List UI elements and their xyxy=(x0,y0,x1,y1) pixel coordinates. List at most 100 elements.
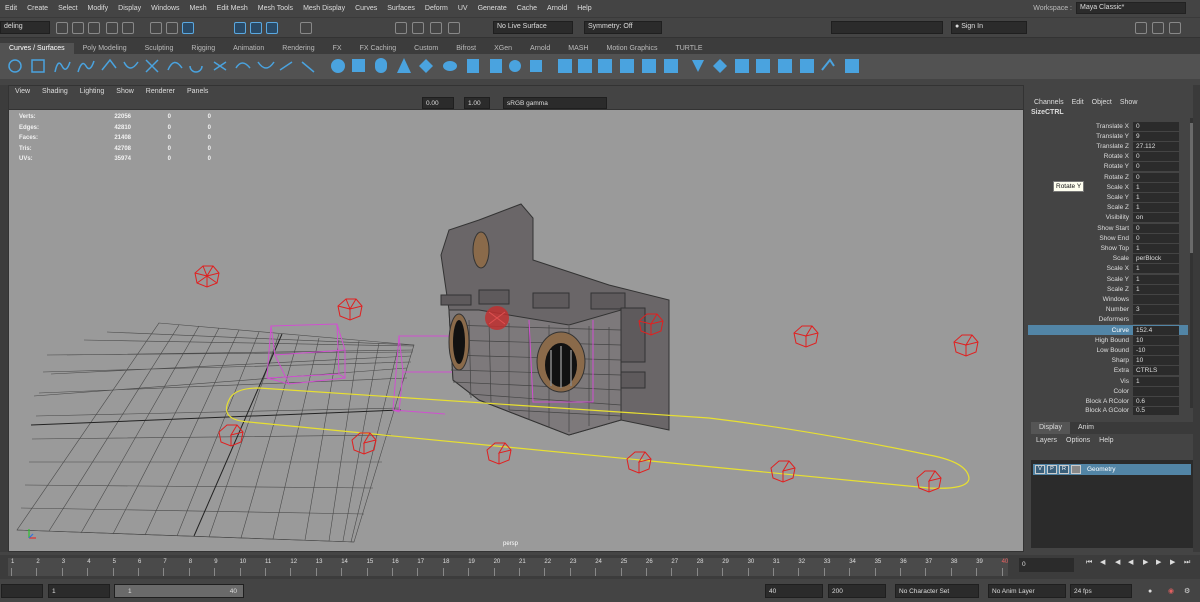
extend-icon[interactable] xyxy=(257,61,275,69)
menu-select[interactable]: Select xyxy=(53,5,82,12)
live-surface-field[interactable]: No Live Surface xyxy=(493,21,573,34)
attr-value[interactable]: -10 xyxy=(1133,345,1179,355)
attr-value[interactable] xyxy=(1133,294,1179,304)
gamma-field[interactable]: 1.00 xyxy=(464,97,490,109)
show-menu[interactable]: Show xyxy=(1120,99,1138,106)
menu-arnold[interactable]: Arnold xyxy=(542,5,572,12)
cv-curve-icon[interactable] xyxy=(54,61,71,73)
redo-icon[interactable] xyxy=(122,22,134,34)
attr-row[interactable]: Scale perBlock xyxy=(1028,254,1188,264)
layer-name[interactable]: Geometry xyxy=(1087,466,1116,473)
tab-fx[interactable]: FX xyxy=(324,43,351,54)
record-icon[interactable]: ◉ xyxy=(1168,588,1176,596)
layer-color-swatch[interactable] xyxy=(1071,465,1081,474)
attr-value[interactable]: on xyxy=(1133,213,1179,223)
nurbs-cone-icon[interactable] xyxy=(397,58,411,73)
trim-icon[interactable] xyxy=(713,59,727,73)
attr-row[interactable]: Scale Z 1 xyxy=(1028,203,1188,213)
options-menu[interactable]: Options xyxy=(1066,437,1090,444)
pencil-curve-icon[interactable] xyxy=(101,58,117,71)
auto-key-icon[interactable]: ● xyxy=(1148,588,1156,596)
attach-curve-icon[interactable] xyxy=(145,59,159,73)
reverse-icon[interactable] xyxy=(235,62,251,69)
attr-row[interactable]: Block A RColor 0.6 xyxy=(1028,396,1188,406)
attr-row[interactable]: Rotate Z 0 xyxy=(1028,172,1188,182)
snap-curve-icon[interactable] xyxy=(250,22,262,34)
loft-icon[interactable] xyxy=(189,65,203,73)
planar-icon[interactable] xyxy=(509,60,521,72)
birail-icon[interactable] xyxy=(558,59,572,73)
attr-row[interactable]: High Bound 10 xyxy=(1028,335,1188,345)
attr-value[interactable]: 9 xyxy=(1133,131,1179,141)
snap-grid-icon[interactable] xyxy=(234,22,246,34)
arc-icon[interactable] xyxy=(123,61,139,69)
select-object-icon[interactable] xyxy=(166,22,178,34)
detach-surface-icon[interactable] xyxy=(778,59,792,73)
ep-curve-icon[interactable] xyxy=(77,60,95,73)
tool-settings-icon[interactable] xyxy=(1152,22,1164,34)
fps-dropdown[interactable]: 24 fps xyxy=(1070,584,1132,598)
attr-row-selected[interactable]: Curve 152.4 xyxy=(1028,325,1188,336)
rebuild-surface-icon[interactable] xyxy=(845,59,859,73)
attach-surface-icon[interactable] xyxy=(756,59,770,73)
selected-locator[interactable] xyxy=(485,306,509,330)
attr-row[interactable]: Show Top 1 xyxy=(1028,243,1188,253)
tab-anim[interactable]: Anim xyxy=(1070,422,1102,434)
menu-mesh-tools[interactable]: Mesh Tools xyxy=(253,5,298,12)
attr-value[interactable]: 1 xyxy=(1133,182,1179,192)
current-frame-field[interactable]: 0 xyxy=(1019,558,1074,572)
tab-rigging[interactable]: Rigging xyxy=(182,43,224,54)
tab-fx-caching[interactable]: FX Caching xyxy=(351,43,406,54)
attr-value[interactable]: 1 xyxy=(1133,203,1179,213)
sculpt-icon[interactable] xyxy=(821,58,835,71)
tab-display[interactable]: Display xyxy=(1031,422,1070,434)
attr-value[interactable]: perBlock xyxy=(1133,254,1179,264)
menu-deform[interactable]: Deform xyxy=(420,5,453,12)
square-surface-icon[interactable] xyxy=(598,59,612,73)
play-forward-icon[interactable]: ▶ xyxy=(1143,559,1151,567)
nurbs-cylinder-icon[interactable] xyxy=(375,58,387,73)
attr-value[interactable]: CTRLS xyxy=(1133,366,1179,376)
edit-menu[interactable]: Edit xyxy=(1072,99,1084,106)
menu-mesh[interactable]: Mesh xyxy=(185,5,212,12)
attr-row[interactable]: Sharp 10 xyxy=(1028,356,1188,366)
render-settings-icon[interactable] xyxy=(430,22,442,34)
attribute-editor-icon[interactable] xyxy=(1135,22,1147,34)
attr-value[interactable]: 1 xyxy=(1133,274,1179,284)
time-ruler[interactable]: 1 2 3 4 5 6 7 8 9 10 11 12 13 14 15 16 17 18 19 20 21 22 23 24 2… xyxy=(8,558,1008,576)
anim-layer-dropdown[interactable]: No Anim Layer xyxy=(988,584,1066,598)
tab-rendering[interactable]: Rendering xyxy=(273,43,323,54)
attr-row[interactable]: Translate Y 9 xyxy=(1028,131,1188,141)
loft-surface-icon[interactable] xyxy=(490,59,502,73)
playback-toggle[interactable]: P xyxy=(1047,465,1057,474)
search-field[interactable] xyxy=(831,21,943,34)
attr-row[interactable]: Vis 1 xyxy=(1028,376,1188,386)
snap-point-icon[interactable] xyxy=(266,22,278,34)
nurbs-plane-icon[interactable] xyxy=(419,59,433,73)
snap-view-icon[interactable] xyxy=(300,22,312,34)
attr-value[interactable]: 1 xyxy=(1133,284,1179,294)
tower-model[interactable] xyxy=(440,203,670,436)
extrude-icon[interactable] xyxy=(530,60,542,72)
untrim-icon[interactable] xyxy=(735,59,749,73)
nurbs-sphere-icon[interactable] xyxy=(331,59,345,73)
attr-row[interactable]: Deformers xyxy=(1028,315,1188,325)
menu-modify[interactable]: Modify xyxy=(83,5,114,12)
menu-mesh-display[interactable]: Mesh Display xyxy=(298,5,350,12)
attr-row[interactable]: Show Start 0 xyxy=(1028,223,1188,233)
detach-curve-icon[interactable] xyxy=(167,61,183,71)
insert-isoparm-icon[interactable] xyxy=(800,59,814,73)
revolve-icon[interactable] xyxy=(467,59,479,73)
tab-xgen[interactable]: XGen xyxy=(485,43,521,54)
attr-value[interactable]: 0 xyxy=(1133,233,1179,243)
attr-row[interactable]: Scale X 1 xyxy=(1028,264,1188,274)
bevel-icon[interactable] xyxy=(620,59,634,73)
tab-mash[interactable]: MASH xyxy=(559,43,597,54)
range-slider[interactable]: 1 40 xyxy=(114,584,244,598)
channel-box-icon[interactable] xyxy=(1169,22,1181,34)
tab-bifrost[interactable]: Bifrost xyxy=(447,43,485,54)
attr-value[interactable]: 0 xyxy=(1133,162,1179,172)
attr-value[interactable]: 0 xyxy=(1133,172,1179,182)
undo-icon[interactable] xyxy=(106,22,118,34)
ipr-render-icon[interactable] xyxy=(412,22,424,34)
